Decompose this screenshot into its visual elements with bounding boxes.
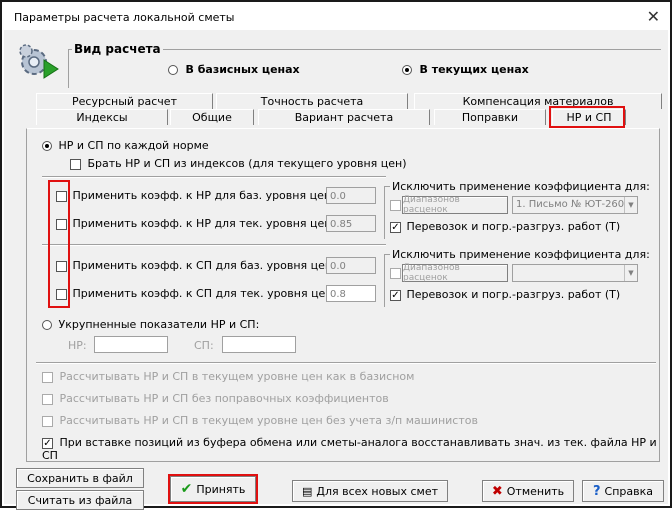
sp-base-coef-input[interactable]: 0.0	[326, 257, 376, 274]
checkbox-from-indices-label: Брать НР и СП из индексов (для текущего …	[87, 157, 407, 170]
radio-per-norm-label: НР и СП по каждой норме	[58, 139, 209, 152]
cancel-label: Отменить	[506, 484, 565, 498]
cancel-icon: ✖	[491, 483, 503, 499]
radio-current-label: В текущих ценах	[419, 63, 529, 76]
title-bar: Параметры расчета локальной сметы ✕	[4, 4, 668, 30]
option-restore-from-file[interactable]: ✓ При вставке позиций из буфера обмена и…	[42, 436, 668, 462]
load-from-file-button[interactable]: Считать из файла	[16, 490, 144, 510]
option-restore-from-file-box[interactable]: ✓	[42, 437, 53, 449]
letter-combo-2[interactable]: ▼	[512, 264, 638, 282]
help-icon: ?	[592, 483, 601, 499]
cancel-button[interactable]: ✖ Отменить	[482, 480, 574, 502]
checkbox-sp-base-label: Применить коэфф. к СП для баз. уровня це…	[72, 259, 336, 272]
tab-calc-variant[interactable]: Вариант расчета	[258, 109, 430, 125]
tab-indices[interactable]: Индексы	[36, 109, 168, 125]
checkbox-nr-current[interactable]: Применить коэфф. к НР для тек. уровня це…	[56, 217, 335, 230]
checkbox-transport-1-box[interactable]: ✓	[390, 221, 401, 233]
tab-resource-calc[interactable]: Ресурсный расчет	[36, 93, 213, 109]
option-no-corrections[interactable]: Рассчитывать НР и СП без поправочных коэ…	[42, 392, 389, 405]
exclude-group-2-label: Исключить применение коэффициента для:	[390, 248, 652, 261]
dialog-window: Параметры расчета локальной сметы ✕ Вид …	[0, 0, 672, 510]
checkbox-from-indices[interactable]: Брать НР и СП из индексов (для текущего …	[70, 157, 407, 170]
checkbox-sp-current[interactable]: Применить коэфф. к СП для тек. уровня це…	[56, 287, 336, 300]
help-label: Справка	[604, 484, 653, 498]
nr-current-coef-input[interactable]: 0.85	[326, 215, 376, 232]
radio-aggregate-indicator[interactable]	[42, 320, 52, 330]
checkbox-transport-1[interactable]: ✓ Перевозок и погр.-разгруз. работ (Т)	[390, 220, 620, 233]
chevron-down-icon[interactable]: ▼	[624, 197, 637, 213]
checkbox-transport-2-box[interactable]: ✓	[390, 289, 401, 301]
option-restore-from-file-label: При вставке позиций из буфера обмена или…	[42, 436, 657, 462]
save-to-file-label: Сохранить в файл	[27, 471, 133, 485]
checkbox-nr-base-label: Применить коэфф. к НР для баз. уровня це…	[72, 189, 335, 202]
letter-combo-1-value: 1. Письмо № ЮТ-260	[516, 199, 625, 210]
price-type-label: Вид расчета	[72, 42, 163, 56]
checkbox-nr-base[interactable]: Применить коэфф. к НР для баз. уровня це…	[56, 189, 335, 202]
accept-button-highlight	[168, 474, 258, 504]
radio-base-label: В базисных ценах	[185, 63, 300, 76]
checkbox-sp-base[interactable]: Применить коэфф. к СП для баз. уровня це…	[56, 259, 336, 272]
nr-aggregate-input[interactable]	[94, 336, 168, 353]
tab-corrections[interactable]: Поправки	[434, 109, 546, 125]
sp-aggregate-label: СП:	[194, 339, 214, 352]
checkbox-nr-current-label: Применить коэфф. к НР для тек. уровня це…	[72, 217, 336, 230]
option-no-driver-wage-box[interactable]	[42, 415, 53, 427]
option-no-driver-wage[interactable]: Рассчитывать НР и СП в текущем уровне це…	[42, 414, 478, 427]
nr-base-coef-input[interactable]: 0.0	[326, 187, 376, 204]
close-icon[interactable]: ✕	[647, 7, 660, 26]
option-no-driver-wage-label: Рассчитывать НР и СП в текущем уровне це…	[59, 414, 478, 427]
tab-general[interactable]: Общие	[170, 109, 254, 125]
option-current-as-base-label: Рассчитывать НР и СП в текущем уровне це…	[59, 370, 415, 383]
radio-aggregate-label: Укрупненные показатели НР и СП:	[58, 318, 260, 331]
separator-options	[36, 362, 656, 364]
dialog-client: Вид расчета В базисных ценах В текущих ц…	[4, 30, 668, 510]
radio-per-norm[interactable]: НР и СП по каждой норме	[42, 139, 209, 152]
for-all-new-button[interactable]: ▤ Для всех новых смет	[292, 480, 448, 502]
checkbox-transport-2[interactable]: ✓ Перевозок и погр.-разгруз. работ (Т)	[390, 288, 620, 301]
checkbox-from-indices-box[interactable]	[70, 158, 81, 170]
separator-mid	[42, 244, 386, 246]
sp-current-coef-input[interactable]: 0.8	[326, 285, 376, 302]
radio-base-indicator[interactable]	[168, 65, 178, 75]
checkbox-ranges-2[interactable]	[390, 268, 401, 279]
sp-aggregate-input[interactable]	[222, 336, 296, 353]
save-to-file-button[interactable]: Сохранить в файл	[16, 468, 144, 488]
help-button[interactable]: ? Справка	[582, 480, 664, 502]
radio-current-prices[interactable]: В текущих ценах	[402, 63, 529, 76]
radio-per-norm-indicator[interactable]	[42, 141, 52, 151]
radio-aggregate[interactable]: Укрупненные показатели НР и СП:	[42, 318, 259, 331]
for-all-new-label: Для всех новых смет	[316, 484, 439, 498]
tab-calc-precision[interactable]: Точность расчета	[216, 93, 408, 109]
checkbox-transport-1-label: Перевозок и погр.-разгруз. работ (Т)	[406, 220, 621, 233]
chevron-down-icon[interactable]: ▼	[624, 265, 637, 281]
option-no-corrections-box[interactable]	[42, 393, 53, 405]
tab-nr-sp-highlight	[549, 106, 625, 128]
option-current-as-base-box[interactable]	[42, 371, 53, 383]
load-from-file-label: Считать из файла	[27, 493, 133, 507]
window-title: Параметры расчета локальной сметы	[14, 11, 235, 24]
checkbox-sp-current-label: Применить коэфф. к СП для тек. уровня це…	[72, 287, 337, 300]
option-no-corrections-label: Рассчитывать НР и СП без поправочных коэ…	[59, 392, 389, 405]
copy-doc-icon: ▤	[301, 484, 313, 498]
checkbox-ranges-1[interactable]	[390, 200, 401, 211]
letter-combo-1[interactable]: 1. Письмо № ЮТ-260 ▼	[512, 196, 638, 214]
radio-current-indicator[interactable]	[402, 65, 412, 75]
ranges-button-1[interactable]: Диапазонов расценок	[402, 195, 508, 215]
checkbox-transport-2-label: Перевозок и погр.-разгруз. работ (Т)	[406, 288, 621, 301]
exclude-group-1-label: Исключить применение коэффициента для:	[390, 180, 652, 193]
option-current-as-base[interactable]: Рассчитывать НР и СП в текущем уровне це…	[42, 370, 414, 383]
nr-aggregate-label: НР:	[68, 339, 87, 352]
checkbox-column-highlight	[48, 180, 70, 308]
radio-base-prices[interactable]: В базисных ценах	[168, 63, 300, 76]
gear-icon	[19, 44, 59, 79]
separator-top	[42, 176, 386, 178]
ranges-button-2[interactable]: Диапазонов расценок	[402, 263, 508, 283]
